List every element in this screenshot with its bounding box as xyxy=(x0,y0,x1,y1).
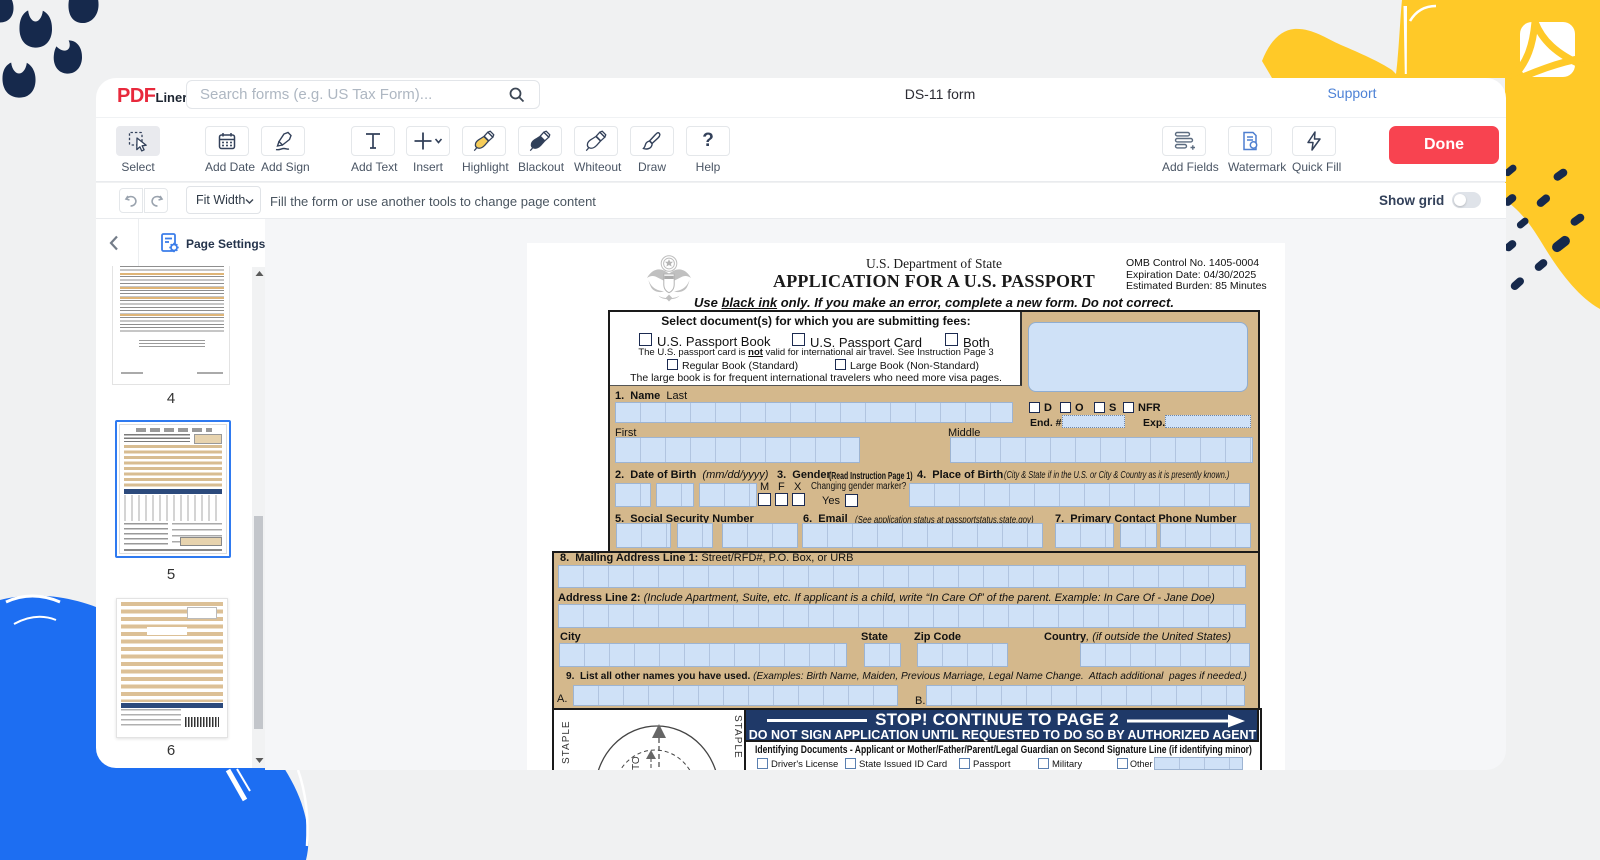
svg-text:TO: TO xyxy=(631,756,642,770)
